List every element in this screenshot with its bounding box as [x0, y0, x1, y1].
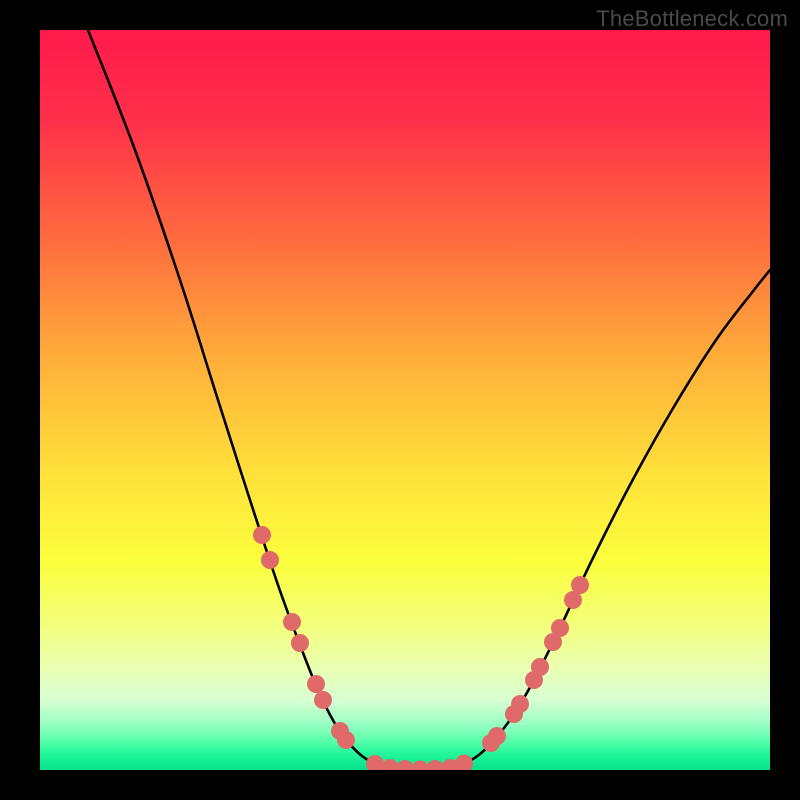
data-point-marker — [283, 613, 301, 631]
data-point-marker — [291, 634, 309, 652]
data-point-marker — [571, 576, 589, 594]
data-point-marker — [531, 658, 549, 676]
series-group — [88, 30, 770, 770]
data-point-marker — [551, 619, 569, 637]
data-point-marker — [261, 551, 279, 569]
data-point-marker — [488, 727, 506, 745]
curve-layer — [40, 30, 770, 770]
data-point-marker — [314, 691, 332, 709]
data-point-marker — [307, 675, 325, 693]
data-point-marker — [455, 755, 473, 771]
chart-stage: TheBottleneck.com — [0, 0, 800, 800]
markers-group — [253, 526, 589, 770]
watermark-text: TheBottleneck.com — [596, 6, 788, 32]
data-point-marker — [337, 731, 355, 749]
data-point-marker — [511, 695, 529, 713]
plot-area — [40, 30, 770, 770]
data-point-marker — [253, 526, 271, 544]
bottleneck-curve — [88, 30, 770, 770]
